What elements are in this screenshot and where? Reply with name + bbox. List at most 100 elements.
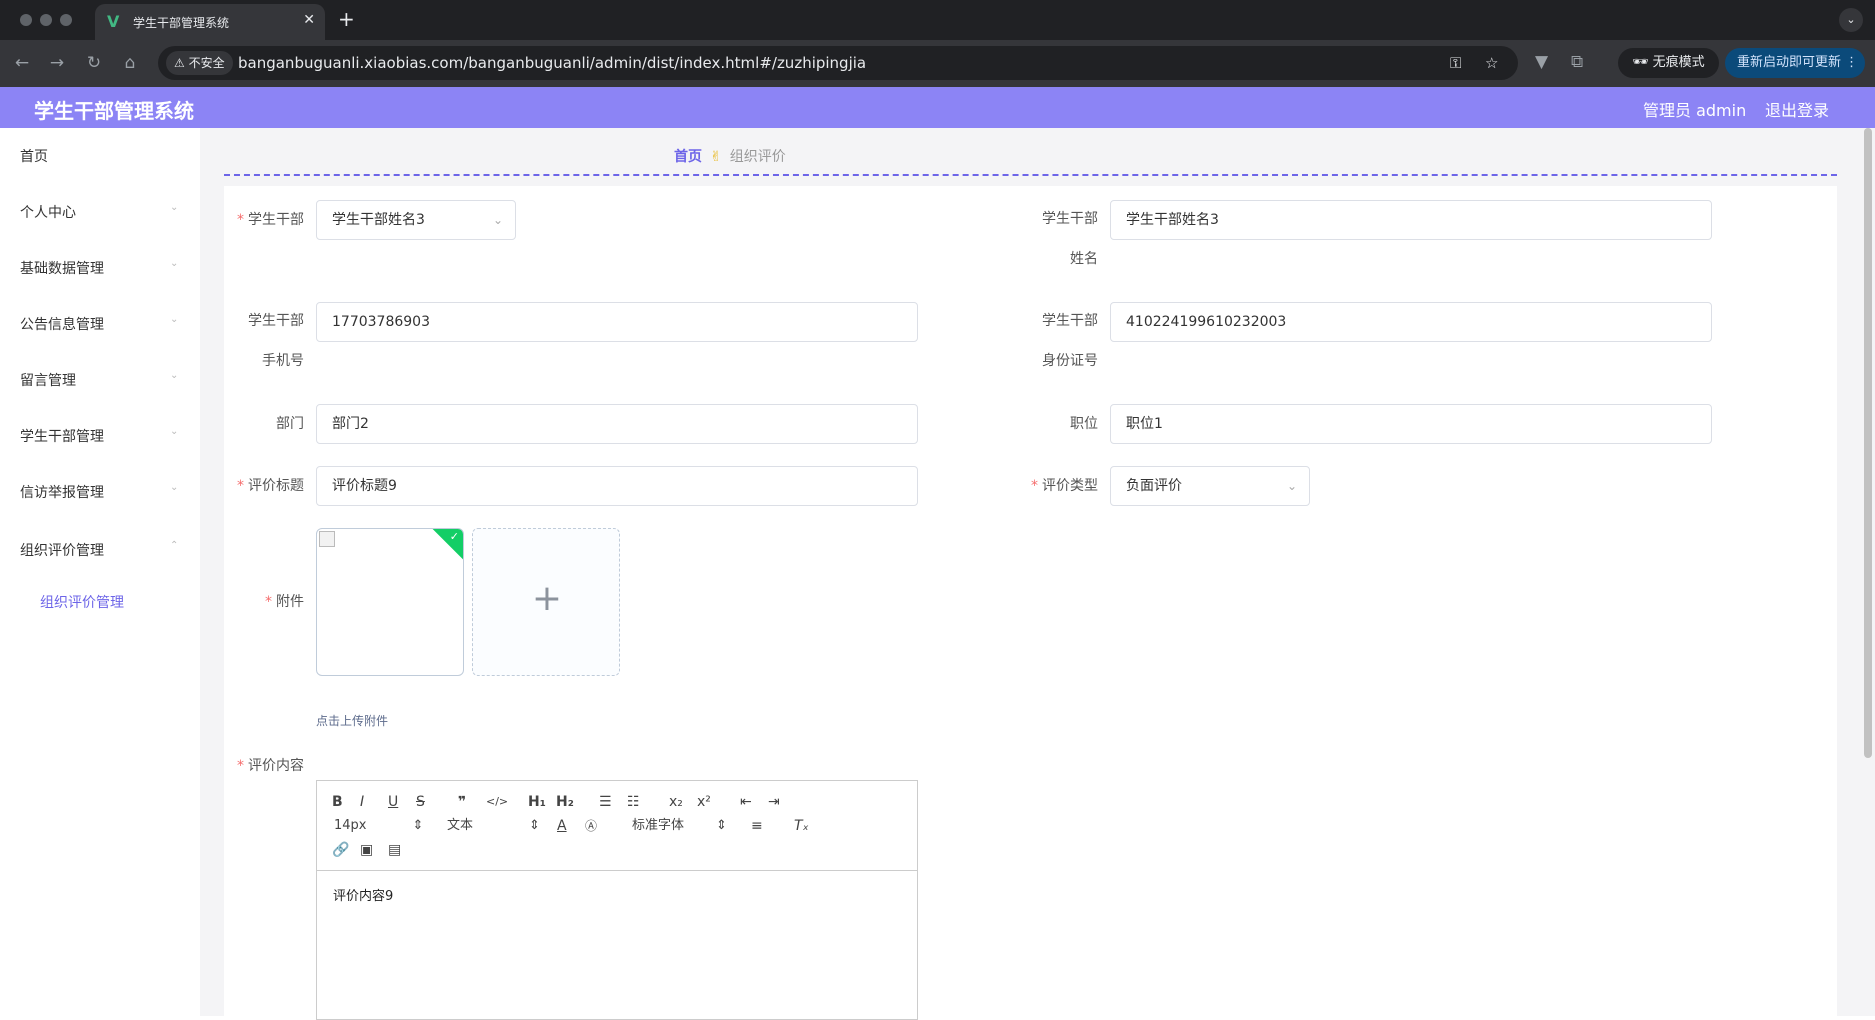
sidebar-item-org-evaluation[interactable]: 组织评价管理 ⌃ bbox=[0, 529, 200, 569]
cadre-select[interactable]: 学生干部姓名3 ⌄ bbox=[316, 200, 516, 240]
new-tab-icon[interactable]: + bbox=[338, 8, 355, 30]
outdent-icon[interactable]: ⇤ bbox=[740, 793, 752, 811]
link-icon[interactable]: 🔗 bbox=[332, 841, 349, 859]
idcard-label-line2: 身份证号 bbox=[1042, 353, 1098, 369]
idcard-value: 410224199610232003 bbox=[1126, 314, 1287, 330]
tab-close-icon[interactable]: ✕ bbox=[303, 12, 315, 28]
background-color-icon[interactable]: Ⓐ bbox=[585, 817, 597, 835]
content-label: * 评价内容 bbox=[226, 746, 304, 786]
code-block-icon[interactable]: </> bbox=[486, 793, 508, 811]
required-mark: * bbox=[237, 478, 244, 494]
key-icon[interactable]: ⚿ bbox=[1450, 54, 1461, 72]
underline-icon[interactable]: U bbox=[388, 793, 398, 811]
required-mark: * bbox=[237, 212, 244, 228]
dept-label: 部门 bbox=[276, 416, 304, 432]
position-label: 职位 bbox=[1070, 416, 1098, 432]
italic-icon[interactable]: I bbox=[360, 793, 364, 811]
subscript-icon[interactable]: x₂ bbox=[669, 793, 683, 811]
heading2-icon[interactable]: H₂ bbox=[556, 793, 574, 811]
phone-input[interactable]: 17703786903 bbox=[316, 302, 918, 342]
attachment-thumbnail[interactable]: ✓ bbox=[316, 528, 464, 676]
sidebar-subitem-org-evaluation[interactable]: 组织评价管理 bbox=[0, 581, 200, 621]
chevron-down-icon: ⌄ bbox=[170, 258, 179, 269]
position-input[interactable]: 职位1 bbox=[1110, 404, 1712, 444]
breadcrumb-home[interactable]: 首页 bbox=[674, 149, 702, 165]
warning-icon: ⚠ bbox=[174, 56, 185, 70]
sidebar-item-petitions[interactable]: 信访举报管理 ⌄ bbox=[0, 471, 200, 511]
required-mark: * bbox=[1031, 478, 1038, 494]
sidebar-item-messages[interactable]: 留言管理 ⌄ bbox=[0, 359, 200, 399]
font-family-value: 标准字体 bbox=[632, 818, 685, 833]
back-icon[interactable]: ← bbox=[11, 52, 33, 74]
sidebar-item-home[interactable]: 首页 bbox=[0, 135, 200, 175]
insecure-badge[interactable]: ⚠ 不安全 bbox=[166, 51, 233, 75]
browser-tab-strip: V 学生干部管理系统 ✕ + ⌄ bbox=[0, 0, 1875, 40]
current-user: 管理员 admin bbox=[1643, 101, 1747, 120]
eval-title-label-text: 评价标题 bbox=[248, 478, 304, 494]
bullet-list-icon[interactable]: ☷ bbox=[627, 793, 640, 811]
bold-icon[interactable]: B bbox=[332, 793, 343, 811]
updown-icon: ⇕ bbox=[412, 818, 424, 833]
eval-title-input[interactable]: 评价标题9 bbox=[316, 466, 918, 506]
image-icon[interactable]: ▣ bbox=[360, 841, 373, 859]
window-minimize-dot[interactable] bbox=[40, 14, 52, 26]
phone-label-line1: 学生干部 bbox=[248, 313, 304, 329]
upload-tip[interactable]: 点击上传附件 bbox=[316, 712, 388, 729]
font-family-select[interactable]: 标准字体 ⇕ bbox=[632, 817, 727, 835]
window-maximize-dot[interactable] bbox=[60, 14, 72, 26]
home-icon[interactable]: ⌂ bbox=[119, 52, 141, 74]
video-icon[interactable]: ▤ bbox=[388, 841, 401, 859]
chevron-down-icon: ⌄ bbox=[170, 426, 179, 437]
sidebar-item-personal-center[interactable]: 个人中心 ⌄ bbox=[0, 191, 200, 231]
sidebar-item-announcements[interactable]: 公告信息管理 ⌄ bbox=[0, 303, 200, 343]
required-mark: * bbox=[265, 594, 272, 610]
block-format-select[interactable]: 文本 ⇕ bbox=[447, 817, 540, 835]
eval-type-select[interactable]: 负面评价 ⌄ bbox=[1110, 466, 1310, 506]
eval-type-value: 负面评价 bbox=[1126, 478, 1182, 494]
editor-toolbar: B I U S ❞ </> H₁ H₂ ☰ ☷ x₂ x² ⇤ ⇥ 14px ⇕ … bbox=[317, 781, 917, 871]
eval-type-label: * 评价类型 bbox=[1020, 466, 1098, 506]
reload-icon[interactable]: ↻ bbox=[83, 52, 105, 74]
incognito-badge[interactable]: 🕶 无痕模式 bbox=[1618, 48, 1719, 78]
font-size-select[interactable]: 14px ⇕ bbox=[334, 817, 423, 835]
sidebar-item-cadres[interactable]: 学生干部管理 ⌄ bbox=[0, 415, 200, 455]
victory-hand-icon: ✌ bbox=[710, 149, 722, 165]
forward-icon[interactable]: → bbox=[46, 52, 68, 74]
align-icon[interactable]: ≡ bbox=[751, 817, 763, 835]
dept-input[interactable]: 部门2 bbox=[316, 404, 918, 444]
heading1-icon[interactable]: H₁ bbox=[528, 793, 546, 811]
sidebar-item-label: 信访举报管理 bbox=[20, 485, 104, 501]
required-mark: * bbox=[237, 758, 244, 774]
update-button[interactable]: 重新启动即可更新 ⋮ bbox=[1725, 48, 1865, 78]
more-menu-icon[interactable]: ⋮ bbox=[1845, 55, 1858, 70]
main-content: 首页 ✌ 组织评价 * 学生干部 学生干部姓名3 ⌄ 学生干部 姓名 学生干部姓名3 … bbox=[200, 128, 1875, 1020]
cadre-select-value: 学生干部姓名3 bbox=[332, 212, 425, 228]
eval-title-label: * 评价标题 bbox=[226, 466, 304, 506]
blockquote-icon[interactable]: ❞ bbox=[458, 793, 466, 811]
window-close-dot[interactable] bbox=[20, 14, 32, 26]
url-text[interactable]: banganbuguanli.xiaobias.com/banganbuguan… bbox=[238, 54, 866, 72]
vue-devtools-icon[interactable]: ▼ bbox=[1535, 52, 1548, 72]
clear-format-icon[interactable]: Tₓ bbox=[794, 817, 809, 835]
tab-search-icon[interactable]: ⌄ bbox=[1839, 8, 1863, 32]
rich-text-editor[interactable]: B I U S ❞ </> H₁ H₂ ☰ ☷ x₂ x² ⇤ ⇥ 14px ⇕ … bbox=[316, 780, 918, 1020]
bookmark-star-icon[interactable]: ☆ bbox=[1485, 54, 1498, 72]
address-bar[interactable]: ⚠ 不安全 banganbuguanli.xiaobias.com/bangan… bbox=[158, 46, 1518, 80]
editor-content[interactable]: 评价内容9 bbox=[333, 885, 393, 904]
ordered-list-icon[interactable]: ☰ bbox=[599, 793, 612, 811]
browser-tab[interactable]: V 学生干部管理系统 ✕ bbox=[95, 4, 325, 40]
attachment-upload-button[interactable]: + bbox=[472, 528, 620, 676]
page-scrollbar[interactable] bbox=[1864, 128, 1872, 758]
idcard-input[interactable]: 410224199610232003 bbox=[1110, 302, 1712, 342]
upload-success-badge bbox=[431, 529, 463, 561]
phone-value: 17703786903 bbox=[332, 314, 430, 330]
font-color-icon[interactable]: A bbox=[557, 817, 567, 835]
phone-label-line2: 手机号 bbox=[262, 353, 304, 369]
indent-icon[interactable]: ⇥ bbox=[768, 793, 780, 811]
strikethrough-icon[interactable]: S bbox=[416, 793, 425, 811]
sidebar-item-basic-data[interactable]: 基础数据管理 ⌄ bbox=[0, 247, 200, 287]
extensions-icon[interactable]: ⧉ bbox=[1571, 52, 1583, 72]
cadre-name-input[interactable]: 学生干部姓名3 bbox=[1110, 200, 1712, 240]
superscript-icon[interactable]: x² bbox=[697, 793, 711, 811]
logout-button[interactable]: 退出登录 bbox=[1765, 97, 1829, 121]
